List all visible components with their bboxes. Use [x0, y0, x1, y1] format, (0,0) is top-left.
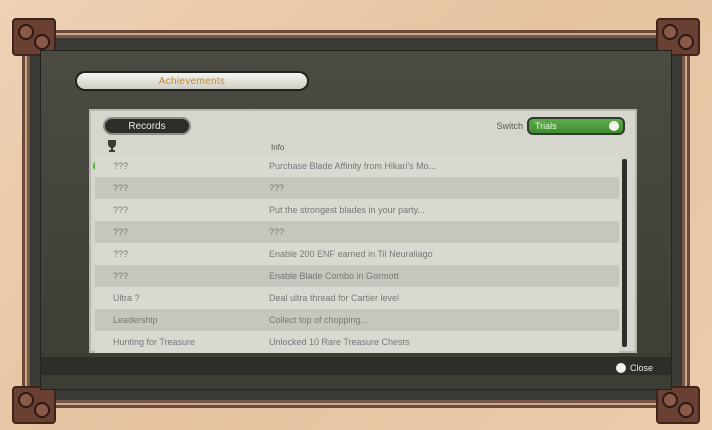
list-item[interactable]: ??? ??? — [95, 221, 619, 243]
achievement-name: ??? — [113, 249, 129, 259]
toggle-value: Trials — [535, 121, 557, 131]
screen: Achievements Records Switch Trials Info — [0, 0, 712, 430]
achievement-name: Leadership — [113, 315, 158, 325]
footer-bar — [41, 357, 671, 375]
achievement-desc: ??? — [269, 227, 285, 237]
achievement-desc: Unlocked 10 Rare Treasure Chests — [269, 337, 410, 347]
frame-corner-bottom-left — [12, 386, 56, 424]
achievement-desc: Enable Blade Combo in Gormott — [269, 271, 399, 281]
list-item[interactable]: Hunting for Treasure Unlocked 10 Rare Tr… — [95, 331, 619, 353]
window-title-tab: Achievements — [75, 71, 309, 91]
achievement-desc: Collect top of chopping... — [269, 315, 369, 325]
info-column-header: Info — [271, 143, 285, 152]
close-button[interactable]: Close — [615, 363, 653, 373]
list-item[interactable]: Ultra ? Deal ultra thread for Cartier le… — [95, 287, 619, 309]
achievements-window: Achievements Records Switch Trials Info — [40, 50, 672, 390]
list-item[interactable]: ??? Purchase Blade Affinity from Hikari'… — [95, 155, 619, 177]
achievement-name: ??? — [113, 205, 129, 215]
achievement-desc: Deal ultra thread for Cartier level — [269, 293, 400, 303]
list-scrollbar[interactable] — [622, 159, 627, 347]
close-label: Close — [629, 363, 653, 373]
frame-corner-bottom-right — [656, 386, 700, 424]
trophy-icon — [108, 140, 116, 152]
achievement-desc: Purchase Blade Affinity from Hikari's Mo… — [269, 161, 437, 171]
records-panel: Records Switch Trials Info ??? Purchase … — [89, 109, 637, 353]
achievement-list: ??? Purchase Blade Affinity from Hikari'… — [95, 155, 619, 353]
list-item[interactable]: Leadership Collect top of chopping... — [95, 309, 619, 331]
window-title: Achievements — [158, 75, 226, 87]
switch-control[interactable]: Switch Trials — [496, 117, 625, 135]
category-toggle[interactable]: Trials — [527, 117, 625, 135]
achievement-name: ??? — [113, 227, 129, 237]
achievement-desc: ??? — [269, 183, 285, 193]
switch-label: Switch — [496, 121, 523, 131]
list-item[interactable]: ??? Enable Blade Combo in Gormott — [95, 265, 619, 287]
records-tab-label: Records — [128, 120, 166, 132]
achievement-desc: Enable 200 ENF earned in Til Neuraliago — [269, 249, 433, 259]
achievement-name: ??? — [113, 161, 129, 171]
achievement-name: Ultra ? — [113, 293, 140, 303]
toggle-knob — [609, 121, 619, 131]
b-button-icon — [615, 363, 626, 373]
achievement-desc: Put the strongest blades in your party..… — [269, 205, 425, 215]
list-item[interactable]: ??? Put the strongest blades in your par… — [95, 199, 619, 221]
records-tab-button[interactable]: Records — [103, 117, 191, 135]
achievement-name: ??? — [113, 271, 129, 281]
achievement-name: Hunting for Treasure — [113, 337, 196, 347]
achievement-name: ??? — [113, 183, 129, 193]
list-item[interactable]: ??? ??? — [95, 177, 619, 199]
list-item[interactable]: ??? Enable 200 ENF earned in Til Neurali… — [95, 243, 619, 265]
